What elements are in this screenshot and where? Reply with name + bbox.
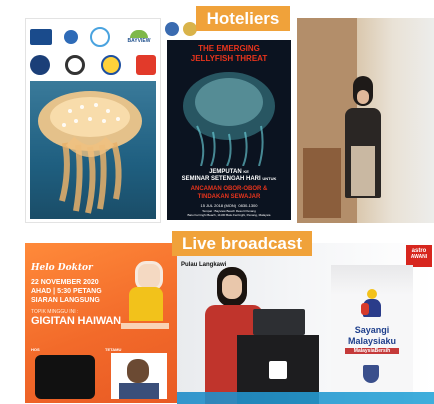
show-logo: Helo Doktor (31, 263, 93, 273)
channel-subname: AWANI (410, 254, 428, 260)
side-podium (303, 148, 341, 218)
campaign-shield-icon (363, 365, 379, 383)
speaker-figure (343, 76, 383, 223)
agency-crest-icon (165, 22, 179, 36)
threat-topic: ANCAMAN OBOR-OBOR & TINDAKAN SEWAJAR (167, 185, 291, 201)
guest-tag: TETAMU (105, 347, 122, 352)
laptop (253, 309, 305, 335)
live-broadcast-label: Live broadcast (172, 231, 312, 256)
campaign-banner: Sayangi Malaysiaku MalaysiaBersih (331, 265, 413, 404)
partner-logo-row: BAYVIEW (30, 27, 156, 47)
host-portrait (121, 259, 171, 321)
unesco-logo (30, 29, 52, 45)
hoteliers-label: Hoteliers (196, 6, 290, 31)
host-nameplate (121, 323, 169, 329)
date-text: 15 JUL 2018 (MON) (200, 203, 237, 208)
jellyfish-photo (30, 81, 156, 219)
tv-program-poster: Helo Doktor 22 NOVEMBER 2020 AHAD | 5:30… (25, 243, 177, 403)
threat-title-line1: THE EMERGING (198, 44, 260, 53)
invite-text: JEMPUTAN (209, 169, 242, 175)
live-broadcast-frame: Pulau Langkawi astro AWANI Sayangi Malay… (177, 243, 434, 404)
podium-logo-icon (269, 361, 287, 379)
venue-line2: Batu Ferringhi Beach, 11100 Batu Ferring… (187, 213, 271, 217)
program-date: 22 NOVEMBER 2020 (31, 279, 99, 286)
topic-title: GIGITAN HAIWAN (31, 315, 121, 327)
guest-left-portrait (35, 355, 95, 399)
sibling-logo (64, 30, 78, 44)
jellyfish-threat-poster: THE EMERGING JELLYFISH THREAT JEMPUTAN K… (161, 18, 297, 223)
speaker-talk-photo (297, 18, 434, 223)
channel-badge: astro AWANI (406, 245, 432, 267)
threat-poster-body: THE EMERGING JELLYFISH THREAT JEMPUTAN K… (167, 40, 291, 220)
invite-suffix: KE (243, 169, 249, 174)
topic-line2: TINDAKAN SEWAJAR (197, 194, 261, 200)
channel-name: astro (411, 248, 427, 254)
threat-date-row: 15 JUL 2018 (MON) 0830-1300 (167, 203, 291, 208)
seal-logo-1 (30, 55, 50, 75)
bayview-logo: BAYVIEW (122, 30, 156, 44)
campaign-line2: Malaysiaku (347, 336, 397, 346)
seminar-suffix: UNTUK (262, 176, 277, 181)
topic-line1: ANCAMAN OBOR-OBOR & (190, 186, 268, 192)
guest-right-portrait (111, 353, 167, 399)
threat-seminar: SEMINAR SETENGAH HARI UNTUK (167, 176, 291, 182)
host-tag: HOS (31, 347, 40, 352)
program-broadcast: SIARAN LANGSUNG (31, 297, 100, 304)
threat-title-line2: JELLYFISH THREAT (190, 54, 268, 63)
time-text: 0830-1300 (238, 203, 258, 208)
campaign-line1: Sayangi (354, 325, 390, 335)
malaysia-logo-icon (361, 289, 383, 319)
jellyfish-illustration (183, 72, 275, 166)
seal-logo-3 (100, 55, 121, 75)
threat-title: THE EMERGING JELLYFISH THREAT (167, 44, 291, 64)
circle-blue-logo (90, 27, 110, 47)
broadcast-teal-bar (177, 392, 434, 404)
jellyfish-poster: BAYVIEW (25, 18, 161, 223)
seminar-text: SEMINAR SETENGAH HARI (181, 176, 261, 182)
threat-venue: Tempat : Bayview Beach Resort Penang Bat… (169, 209, 289, 217)
seal-logo-4 (135, 55, 156, 75)
threat-invite: JEMPUTAN KE (167, 168, 291, 175)
bayview-text: BAYVIEW (127, 38, 151, 44)
university-crest-icon (183, 22, 197, 36)
campaign-line3: MalaysiaBersih (345, 348, 399, 354)
program-day-time: AHAD | 5:30 PETANG (31, 288, 102, 295)
seal-logo-row (30, 55, 156, 75)
seal-logo-2 (65, 55, 86, 75)
